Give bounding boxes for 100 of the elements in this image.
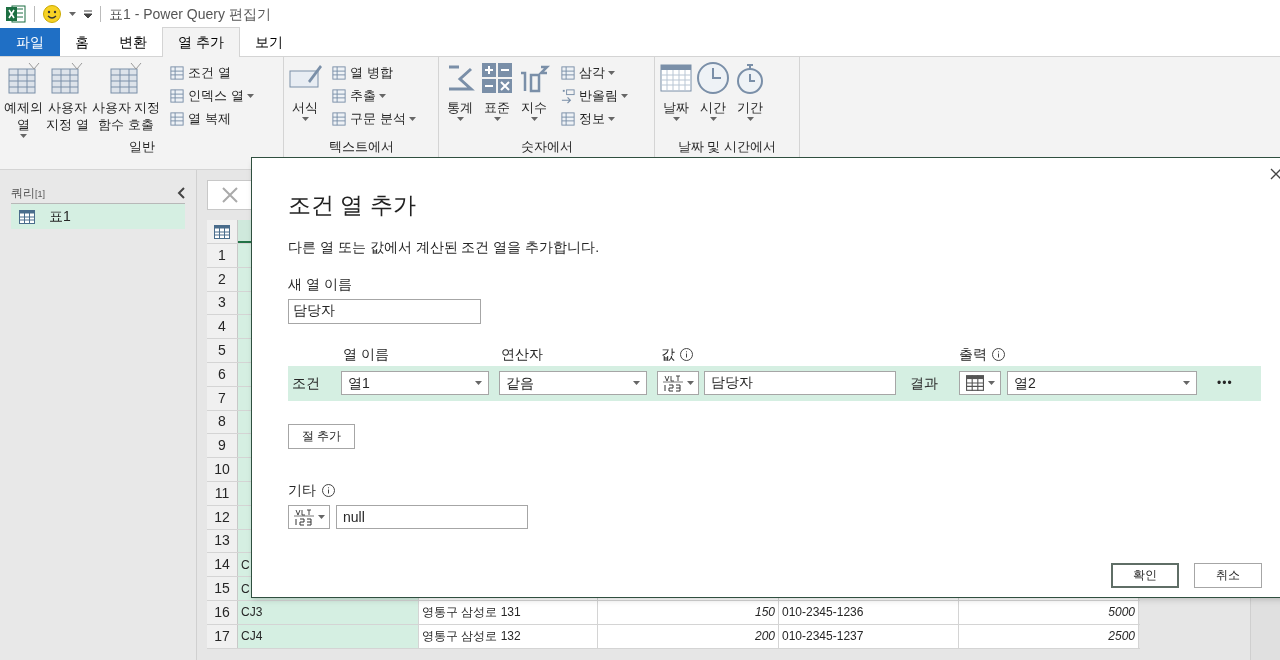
value-field[interactable]: 담당자 xyxy=(704,371,896,395)
caret-icon xyxy=(687,381,694,385)
dialog-description: 다른 열 또는 값에서 계산된 조건 열을 추가합니다. xyxy=(288,237,601,257)
collapse-icon[interactable] xyxy=(177,187,185,199)
ribbon-button[interactable]: 표준 xyxy=(479,57,515,139)
ribbon-tab[interactable]: 열 추가 xyxy=(162,27,240,57)
ribbon-button[interactable]: 인덱스 열 xyxy=(169,86,254,106)
table-cell: CJ4 xyxy=(238,624,419,648)
table-cell: 200 xyxy=(598,624,779,648)
row-number: 17 xyxy=(214,626,230,646)
table-cell: CJ3 xyxy=(238,600,419,624)
ribbon-button[interactable]: 추출 xyxy=(331,86,416,106)
table-cell: 010-2345-1236 xyxy=(779,600,959,624)
row-number: 5 xyxy=(218,341,226,361)
table-icon xyxy=(169,111,186,127)
ribbon-button[interactable]: 날짜 xyxy=(658,57,694,139)
table-icon xyxy=(169,88,186,104)
row-number: 4 xyxy=(218,317,226,337)
smiley-icon[interactable] xyxy=(43,5,61,23)
row-number: 9 xyxy=(218,436,226,456)
dropdown[interactable]: 열2 xyxy=(1007,371,1197,395)
info-icon xyxy=(322,483,335,497)
table-cell: 영통구 삼성로 131 xyxy=(419,600,598,624)
pane-title: 쿼리[1] xyxy=(11,185,45,202)
ribbon-tab[interactable]: 변환 xyxy=(104,28,162,56)
close-icon xyxy=(221,187,238,203)
ribbon-button[interactable]: 사용자 지정 함수 호출 xyxy=(90,57,162,139)
ribbon-button[interactable]: 정보 xyxy=(560,109,628,129)
row-number: 12 xyxy=(214,507,230,527)
ribbon-button[interactable]: 삼각 xyxy=(560,63,628,83)
customize-dropdown-icon[interactable] xyxy=(84,10,92,18)
table-icon xyxy=(213,224,231,239)
ribbon-button[interactable]: 반올림 xyxy=(560,86,628,106)
row-number: 1 xyxy=(218,245,226,265)
row-number: 2 xyxy=(218,269,226,289)
row-number: 7 xyxy=(218,388,226,408)
row-number: 10 xyxy=(214,460,230,480)
field-label: 기타 xyxy=(288,480,316,500)
dialog-title: 조건 열 추가 xyxy=(288,191,417,220)
caret-icon xyxy=(633,381,640,385)
group-label: 날짜 및 시간에서 xyxy=(677,139,777,155)
result-label: 결과 xyxy=(910,373,939,393)
decimal-icon xyxy=(560,88,576,104)
ribbon-button[interactable]: 지수 xyxy=(516,57,552,139)
column-header: 열 이름 xyxy=(343,344,390,364)
column-header: 연산자 xyxy=(501,344,544,364)
table-cell: 영통구 삼성로 132 xyxy=(419,624,598,648)
column-name-field[interactable]: 담당자 xyxy=(288,298,481,324)
row-number: 15 xyxy=(214,579,230,599)
ribbon-button[interactable]: 조건 열 xyxy=(169,63,254,83)
ribbon-button[interactable]: 예제의 열 xyxy=(3,57,44,139)
cancel-button[interactable]: 취소 xyxy=(1194,562,1262,588)
ribbon-button[interactable]: 열 병합 xyxy=(331,63,416,83)
row-number: 6 xyxy=(218,364,226,384)
dropdown[interactable]: 같음 xyxy=(499,371,647,395)
table-cell: 010-2345-1237 xyxy=(779,624,959,648)
clock-icon xyxy=(696,61,730,95)
ribbon-button[interactable]: 사용자 지정 열 xyxy=(45,57,90,139)
table-sparkle-icon xyxy=(6,61,41,95)
cancel-button[interactable] xyxy=(207,180,252,210)
ribbon-button[interactable]: 구문 분석 xyxy=(331,109,416,129)
table-icon xyxy=(19,209,35,224)
ok-button[interactable]: 확인 xyxy=(1111,562,1179,588)
output-type-dropdown[interactable] xyxy=(959,371,1001,395)
row-number: 8 xyxy=(218,412,226,432)
more-button[interactable]: ••• xyxy=(1217,374,1233,392)
ribbon-tab[interactable]: 홈 xyxy=(60,28,104,56)
field-label: 새 열 이름 xyxy=(288,274,352,294)
ribbon-button[interactable]: 서식 xyxy=(287,57,323,139)
file-tab[interactable]: 파일 xyxy=(0,28,60,56)
spreadsheet-app-icon[interactable] xyxy=(6,5,26,23)
info-icon xyxy=(680,348,693,361)
ribbon-button[interactable]: 열 복제 xyxy=(169,109,254,129)
type-dropdown[interactable] xyxy=(288,504,330,529)
group-label: 텍스트에서 xyxy=(328,139,394,155)
math-operators-icon xyxy=(480,61,514,95)
caret-icon xyxy=(318,514,325,519)
group-label: 일반 xyxy=(128,139,155,155)
ribbon-button[interactable]: 기간 xyxy=(732,57,768,139)
else-value-field[interactable]: null xyxy=(336,504,528,529)
close-icon[interactable] xyxy=(1270,168,1280,180)
add-clause-button[interactable]: 절 추가 xyxy=(288,423,355,449)
table-icon xyxy=(169,65,186,81)
ribbon-tab[interactable]: 보기 xyxy=(239,28,298,56)
ribbon-button[interactable]: 통계 xyxy=(442,57,478,139)
row-number: 11 xyxy=(214,483,230,503)
table-cell: 5000 xyxy=(959,600,1139,624)
type-dropdown[interactable] xyxy=(657,371,699,395)
group-label: 숫자에서 xyxy=(520,139,573,155)
table-function-icon xyxy=(108,61,143,95)
calendar-icon xyxy=(659,61,693,95)
ribbon-button[interactable]: 시간 xyxy=(695,57,731,139)
caret-icon xyxy=(1183,381,1190,385)
column-header: 출력 xyxy=(959,345,987,364)
table-cell: 150 xyxy=(598,600,779,624)
table-sparkle-icon xyxy=(50,61,85,95)
dropdown[interactable]: 열1 xyxy=(341,371,489,395)
row-number: 14 xyxy=(214,555,230,575)
column-header: 값 xyxy=(661,345,675,364)
query-item[interactable]: 표1 xyxy=(11,204,185,229)
